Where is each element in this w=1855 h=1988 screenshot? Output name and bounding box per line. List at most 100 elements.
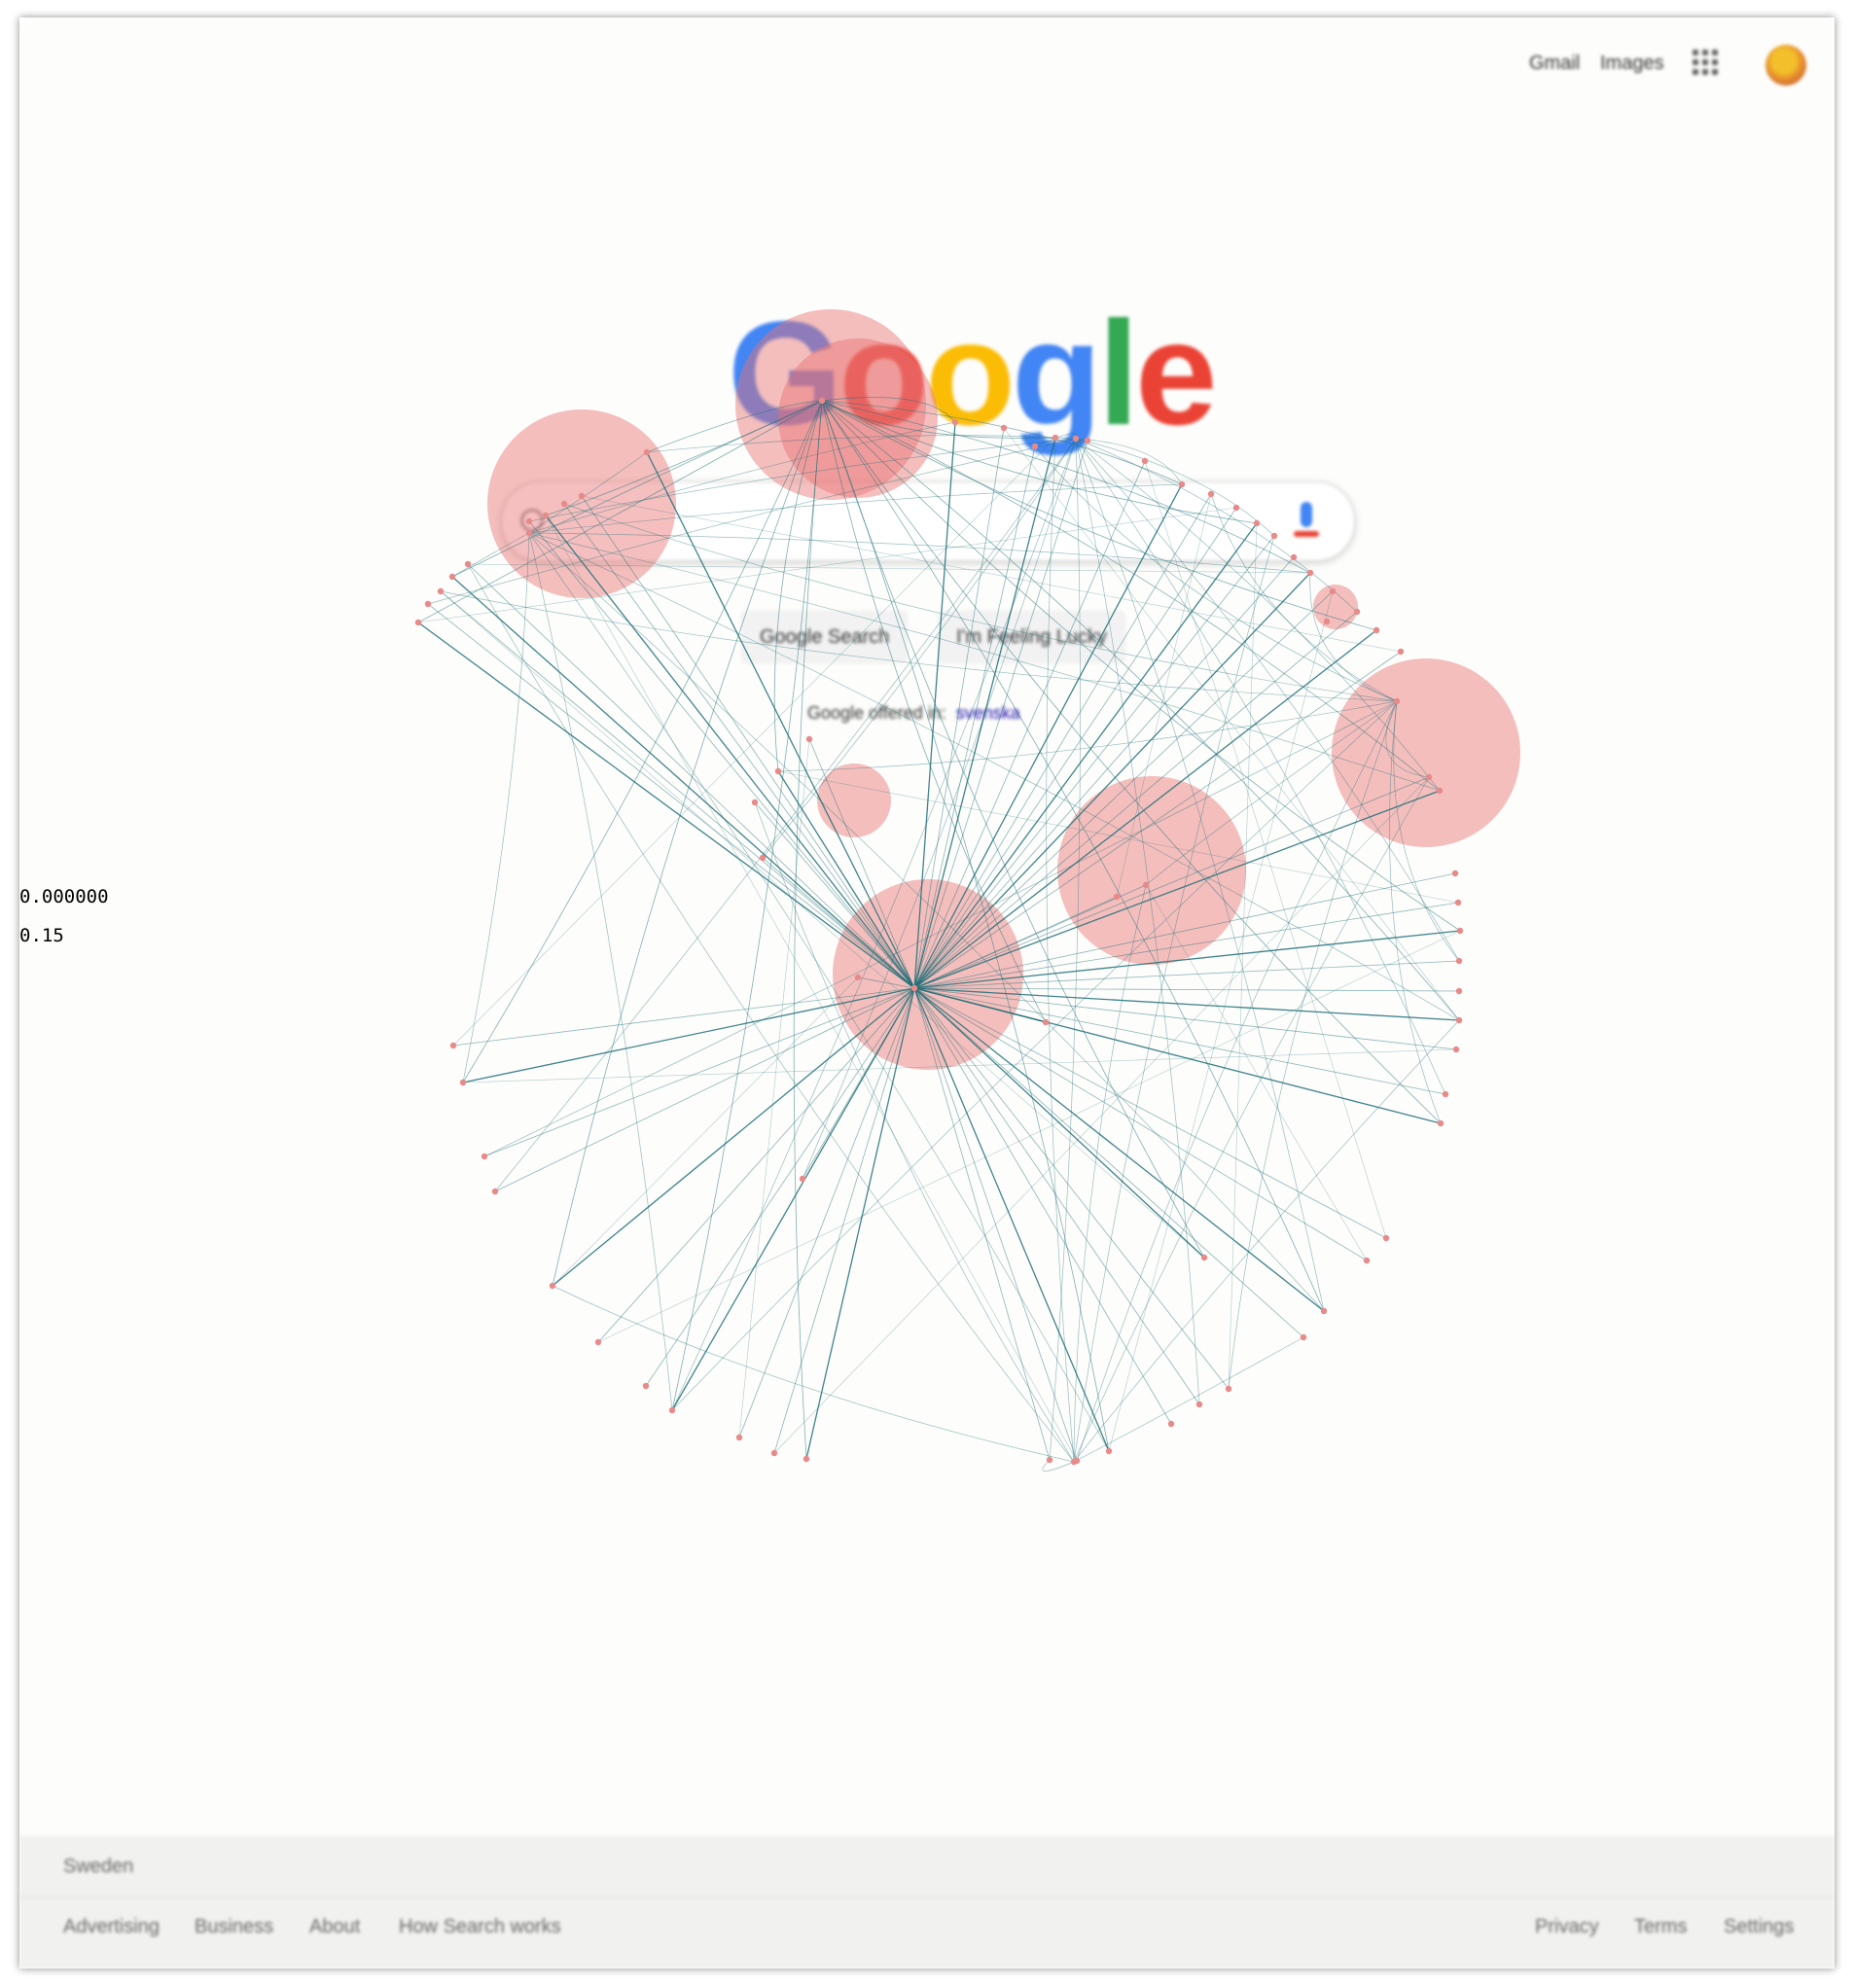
graph-edge	[528, 520, 915, 989]
graph-node	[1200, 1254, 1208, 1261]
network-graph-overlay	[414, 309, 1520, 1472]
graph-node	[1270, 532, 1278, 540]
graph-node	[525, 529, 533, 537]
graph-edge	[1145, 884, 1368, 1261]
graph-node	[464, 560, 472, 568]
graph-node	[560, 500, 568, 508]
graph-edge	[645, 987, 915, 1387]
graph-node	[1253, 519, 1261, 527]
graph-node	[770, 1449, 778, 1457]
graph-node	[1300, 1333, 1307, 1341]
readout-value-1: 0.000000	[19, 886, 109, 907]
graph-node	[1113, 893, 1121, 901]
graph-node	[1455, 957, 1463, 965]
graph-edge	[913, 987, 1325, 1312]
graph-node	[1353, 608, 1361, 616]
graph-edge	[671, 700, 1398, 1411]
graph-edge	[913, 987, 1387, 1239]
graph-edge	[913, 987, 1172, 1425]
graph-node	[1454, 899, 1462, 906]
graph-node	[803, 1455, 810, 1463]
graph-node	[1306, 569, 1314, 577]
graph-edge	[913, 987, 1368, 1261]
graph-node	[643, 448, 651, 456]
graph-node	[818, 397, 826, 405]
graph-edge	[563, 503, 915, 989]
graph-edge	[773, 987, 915, 1454]
graph-edge	[913, 987, 1205, 1259]
graph-edge	[1034, 445, 1398, 702]
graph-edge	[1073, 1336, 1304, 1463]
graph-node	[1455, 1016, 1463, 1024]
graph-node	[594, 1338, 602, 1346]
graph-node	[951, 418, 959, 426]
graph-edge	[777, 700, 1398, 772]
graph-edge	[552, 1285, 1075, 1463]
graph-node	[668, 1406, 676, 1414]
graph-edge	[1075, 438, 1358, 613]
graph-edge	[1049, 438, 1081, 1461]
graph-node	[1232, 504, 1240, 512]
graph-edge	[552, 976, 859, 1287]
graph-node	[449, 1042, 457, 1049]
graph-node	[805, 735, 813, 743]
graph-node	[525, 517, 533, 525]
graph-node	[1167, 1420, 1175, 1428]
graph-node	[642, 1382, 650, 1390]
graph-node	[1072, 435, 1080, 443]
graph-node	[751, 799, 759, 806]
graph-node	[1225, 1385, 1232, 1393]
bubble	[817, 763, 891, 837]
graph-node	[549, 1282, 556, 1290]
graph-node	[1397, 648, 1405, 656]
graph-node	[491, 1188, 499, 1195]
graph-node	[1456, 927, 1464, 935]
graph-node	[1046, 1456, 1053, 1464]
graph-node	[437, 587, 445, 595]
graph-node	[459, 1079, 467, 1086]
graph-node	[759, 854, 767, 862]
readout-value-2: 0.15	[19, 925, 64, 946]
graph-node	[1323, 618, 1331, 625]
graph-node	[542, 512, 550, 519]
graph-node	[1052, 434, 1059, 442]
graph-node	[774, 767, 782, 775]
bubble	[778, 338, 938, 498]
graph-node	[1178, 480, 1186, 488]
graph-node	[1031, 443, 1039, 450]
graph-edge	[646, 451, 915, 989]
graph-edge	[462, 987, 915, 1083]
graph-node	[1084, 437, 1091, 444]
graph-node	[414, 619, 422, 626]
graph-node	[424, 600, 432, 608]
graph-node	[1451, 870, 1459, 877]
graph-node	[1436, 787, 1444, 795]
graph-edge	[1073, 884, 1147, 1463]
graph-edge	[1108, 590, 1334, 1452]
graph-node	[1442, 1090, 1449, 1098]
graph-node	[1425, 773, 1433, 781]
bubble	[1332, 658, 1520, 847]
graph-edge	[545, 515, 915, 989]
graph-node	[1393, 697, 1401, 705]
graph-node	[1320, 1307, 1328, 1315]
graph-edge	[913, 987, 1230, 1390]
graph-edge	[483, 987, 915, 1157]
graph-node	[1329, 587, 1337, 595]
graph-node	[1290, 553, 1298, 561]
graph-edge	[597, 930, 1461, 1343]
graph-edge	[913, 987, 1304, 1338]
graph-node	[1105, 1447, 1113, 1455]
graph-node	[578, 492, 586, 500]
graph-node	[799, 1175, 806, 1183]
graph-node	[1363, 1257, 1371, 1264]
graph-edge	[671, 400, 823, 1411]
graph-node	[854, 974, 862, 981]
graph-edge	[581, 495, 1402, 653]
graph-edge	[1046, 437, 1075, 1463]
graph-node	[1195, 1401, 1203, 1408]
graph-node	[1042, 1018, 1050, 1026]
graph-node	[1452, 1046, 1460, 1053]
graph-node	[1455, 987, 1463, 995]
graph-node	[1382, 1234, 1390, 1242]
